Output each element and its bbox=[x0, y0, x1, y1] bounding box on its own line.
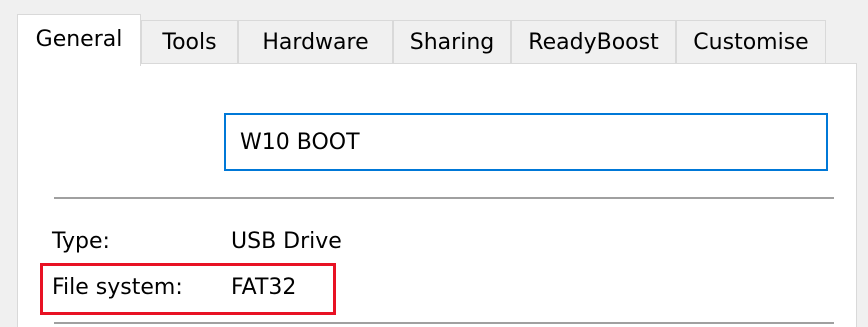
tab-hardware[interactable]: Hardware bbox=[238, 20, 393, 64]
separator bbox=[54, 197, 834, 199]
separator bbox=[54, 322, 834, 324]
file-system-highlight-box bbox=[40, 263, 336, 315]
drive-properties-dialog: General Tools Hardware Sharing ReadyBoos… bbox=[0, 0, 868, 327]
volume-name-input[interactable] bbox=[224, 113, 828, 171]
type-label: Type: bbox=[52, 229, 110, 254]
tab-readyboost[interactable]: ReadyBoost bbox=[511, 20, 676, 64]
tab-sharing[interactable]: Sharing bbox=[393, 20, 511, 64]
tab-tools[interactable]: Tools bbox=[141, 20, 238, 64]
type-value: USB Drive bbox=[231, 229, 342, 254]
general-tab-panel: Type: USB Drive File system: FAT32 bbox=[17, 63, 857, 327]
tab-customise[interactable]: Customise bbox=[676, 20, 826, 64]
tab-general[interactable]: General bbox=[17, 14, 141, 66]
